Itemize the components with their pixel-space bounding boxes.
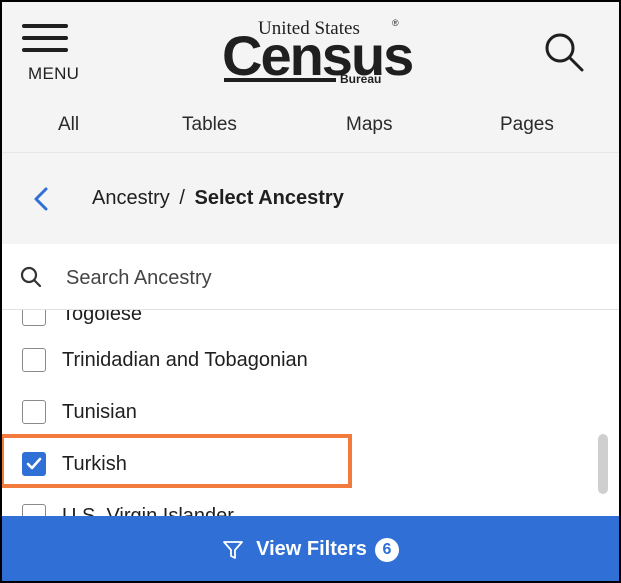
ancestry-list: Togolese Trinidadian and Tobagonian Tuni… bbox=[0, 310, 621, 516]
list-item[interactable]: Trinidadian and Tobagonian bbox=[0, 336, 600, 388]
tab-all[interactable]: All bbox=[58, 114, 79, 136]
filter-icon bbox=[222, 539, 244, 561]
list-item-label: Trinidadian and Tobagonian bbox=[62, 349, 308, 371]
back-chevron-icon[interactable] bbox=[30, 185, 54, 213]
site-header: MENU United States ® Census Bureau All T… bbox=[0, 0, 621, 152]
checkbox[interactable] bbox=[22, 504, 46, 516]
view-filters-label: View Filters bbox=[256, 538, 367, 560]
view-filters-button[interactable]: View Filters 6 bbox=[0, 516, 621, 583]
logo-main-text: Census bbox=[222, 24, 414, 87]
search-icon[interactable] bbox=[542, 30, 586, 74]
list-item-label: Turkish bbox=[62, 453, 127, 475]
search-input[interactable] bbox=[64, 262, 588, 294]
checkbox[interactable] bbox=[22, 400, 46, 424]
tab-maps[interactable]: Maps bbox=[346, 114, 392, 136]
checkbox-checked[interactable] bbox=[22, 452, 46, 476]
search-type-tabs: All Tables Maps Pages bbox=[0, 106, 621, 146]
checkmark-icon bbox=[26, 457, 42, 470]
logo-sub-text: Bureau bbox=[340, 72, 382, 86]
breadcrumb-bar: Ancestry / Select Ancestry bbox=[0, 152, 621, 244]
list-item[interactable]: Tunisian bbox=[0, 388, 600, 440]
list-item-label: U.S. Virgin Islander bbox=[62, 505, 234, 516]
checkbox[interactable] bbox=[22, 310, 46, 326]
filter-count-badge: 6 bbox=[374, 537, 399, 562]
list-item[interactable]: Turkish bbox=[0, 440, 600, 492]
menu-label: MENU bbox=[28, 64, 80, 83]
breadcrumb-parent[interactable]: Ancestry bbox=[92, 187, 170, 209]
list-item-label: Togolese bbox=[62, 310, 143, 325]
breadcrumb-separator: / bbox=[179, 187, 185, 209]
checkbox[interactable] bbox=[22, 348, 46, 372]
census-logo[interactable]: United States ® Census Bureau bbox=[222, 16, 414, 90]
scrollbar-thumb[interactable] bbox=[598, 434, 608, 494]
breadcrumb: Ancestry / Select Ancestry bbox=[92, 187, 344, 210]
tab-pages[interactable]: Pages bbox=[500, 114, 554, 136]
ancestry-search bbox=[0, 244, 621, 310]
menu-button[interactable]: MENU bbox=[22, 24, 82, 86]
list-item[interactable]: U.S. Virgin Islander bbox=[0, 492, 600, 516]
search-icon bbox=[20, 266, 42, 288]
tab-tables[interactable]: Tables bbox=[182, 114, 237, 136]
hamburger-icon bbox=[22, 24, 82, 52]
list-item-label: Tunisian bbox=[62, 401, 137, 423]
logo-underline bbox=[224, 78, 336, 82]
breadcrumb-current: Select Ancestry bbox=[194, 187, 344, 209]
